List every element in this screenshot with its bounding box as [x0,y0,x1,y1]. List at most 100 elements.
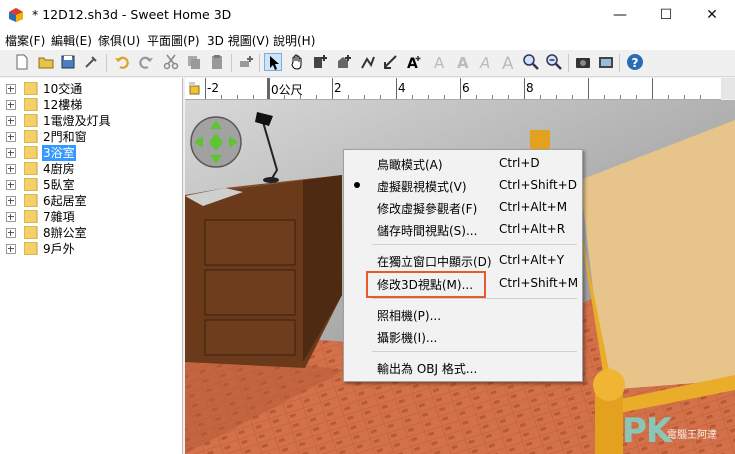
tree-item[interactable]: 1電燈及灯具 [0,113,180,129]
ruler-label: 4 [398,81,406,95]
expand-icon[interactable] [6,84,16,94]
increase-text-icon[interactable]: A [500,53,518,71]
furniture-catalog-tree[interactable]: 10交通 12樓梯 1電燈及灯具 2門和窗 3浴室 4廚房 5臥室 6起居室 7… [0,78,183,454]
copy-icon[interactable] [185,53,203,71]
create-rooms-icon[interactable] [335,53,353,71]
menu-item-label: 修改虛擬參觀者(F) [377,202,478,216]
tree-item-selected[interactable]: 3浴室 [0,145,180,161]
maximize-button[interactable]: ☐ [643,0,689,30]
toolbar-separator [568,54,569,72]
zoom-out-icon[interactable] [545,53,563,71]
text-style-icon[interactable]: A [431,53,449,71]
menu-item-store-point-of-view[interactable]: 儲存時間視點(S)... Ctrl+Alt+R [344,219,582,239]
tree-item[interactable]: 4廚房 [0,161,180,177]
navigation-arrows-icon[interactable] [189,115,243,169]
tree-item[interactable]: 5臥室 [0,177,180,193]
zoom-in-icon[interactable] [522,53,540,71]
tree-item-label: 7雜項 [43,210,75,224]
expand-icon[interactable] [6,100,16,110]
undo-icon[interactable] [113,53,131,71]
menu-item-create-video[interactable]: 攝影機(I)... [344,326,582,346]
menu-item-virtual-visit[interactable]: 虛擬觀視模式(V) Ctrl+Shift+D [344,175,582,195]
paste-icon[interactable] [208,53,226,71]
ruler-corner-icon [189,82,200,95]
folder-icon [24,146,38,159]
tree-item[interactable]: 10交通 [0,81,180,97]
expand-icon[interactable] [6,244,16,254]
svg-text:?: ? [632,56,639,70]
menu-bar: 檔案(F) 編輯(E) 傢俱(U) 平面圖(P) 3D 視圖(V) 說明(H) [0,30,735,50]
create-polylines-icon[interactable] [359,53,377,71]
create-dimensions-icon[interactable] [382,53,400,71]
expand-icon[interactable] [6,180,16,190]
menu-item-export-obj[interactable]: 輸出為 OBJ 格式... [344,357,582,377]
ruler-scrollbar[interactable] [721,78,735,99]
folder-icon [24,194,38,207]
menu-3d-view[interactable]: 3D 視圖(V) [207,32,269,49]
add-text-icon[interactable]: A [405,53,423,71]
menu-plan[interactable]: 平面圖(P) [147,32,200,49]
open-file-icon[interactable] [37,53,55,71]
toolbar-separator [106,54,107,72]
ruler-label: 2 [334,81,342,95]
toolbar: A A A A A ? [0,50,735,77]
menu-item-label: 儲存時間視點(S)... [377,224,478,238]
folder-icon [24,162,38,175]
create-walls-icon[interactable] [311,53,329,71]
close-button[interactable]: ✕ [689,0,735,30]
window-title: * 12D12.sh3d - Sweet Home 3D [32,7,232,22]
menu-item-display-in-separate-window[interactable]: 在獨立窗口中顯示(D) Ctrl+Alt+Y [344,250,582,270]
menu-edit[interactable]: 編輯(E) [51,32,92,49]
tree-item[interactable]: 8辦公室 [0,225,180,241]
tree-item[interactable]: 12樓梯 [0,97,180,113]
redo-icon[interactable] [137,53,155,71]
folder-icon [24,82,38,95]
radio-selected-icon [354,182,360,188]
menu-item-shortcut: Ctrl+Alt+Y [499,253,565,267]
3d-view-context-menu: 鳥瞰模式(A) Ctrl+D 虛擬觀視模式(V) Ctrl+Shift+D 修改… [343,149,583,382]
bold-icon[interactable]: A [454,53,472,71]
menu-item-modify-visitor[interactable]: 修改虛擬參觀者(F) Ctrl+Alt+M [344,197,582,217]
cut-icon[interactable] [162,53,180,71]
expand-icon[interactable] [6,196,16,206]
menu-item-create-photo[interactable]: 照相機(P)... [344,304,582,324]
menu-file[interactable]: 檔案(F) [5,32,45,49]
add-furniture-icon[interactable] [237,53,255,71]
menu-item-aerial-view[interactable]: 鳥瞰模式(A) Ctrl+D [344,153,582,173]
preferences-icon[interactable] [82,53,100,71]
menu-item-label: 鳥瞰模式(A) [377,158,443,172]
italic-icon[interactable]: A [477,53,495,71]
svg-text:A: A [457,54,469,71]
tree-item[interactable]: 6起居室 [0,193,180,209]
menu-help[interactable]: 說明(H) [273,32,315,49]
expand-icon[interactable] [6,116,16,126]
tree-item[interactable]: 9戶外 [0,241,180,257]
folder-icon [24,210,38,223]
minimize-button[interactable]: — [597,0,643,30]
tree-item[interactable]: 7雜項 [0,209,180,225]
create-video-icon[interactable] [597,53,615,71]
menu-furniture[interactable]: 傢俱(U) [98,32,140,49]
expand-icon[interactable] [6,148,16,158]
pan-mode-icon[interactable] [288,53,306,71]
tree-item[interactable]: 2門和窗 [0,129,180,145]
expand-icon[interactable] [6,132,16,142]
help-icon[interactable]: ? [626,53,644,71]
plan-ruler: -2 0公尺 2 4 6 8 [185,78,721,100]
toolbar-separator [231,54,232,72]
create-photo-icon[interactable] [574,53,592,71]
tree-item-label: 8辦公室 [43,226,87,240]
menu-separator [372,298,577,299]
folder-icon [24,98,38,111]
new-file-icon[interactable] [13,53,31,71]
expand-icon[interactable] [6,228,16,238]
svg-text:A: A [434,54,445,71]
expand-icon[interactable] [6,212,16,222]
menu-item-label: 攝影機(I)... [377,331,438,345]
menu-item-shortcut: Ctrl+Alt+M [499,200,568,214]
folder-icon [24,226,38,239]
expand-icon[interactable] [6,164,16,174]
ruler-label: -2 [207,81,219,95]
save-file-icon[interactable] [59,53,77,71]
select-mode-icon[interactable] [264,53,282,71]
